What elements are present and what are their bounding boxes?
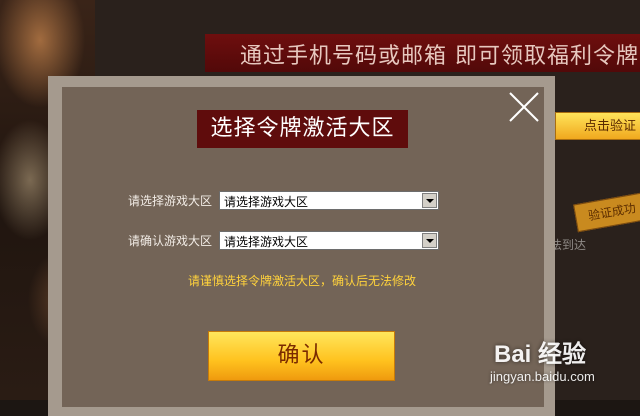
close-icon[interactable] [506, 89, 542, 125]
select-server-label: 请选择游戏大区 [128, 194, 213, 208]
watermark-url: jingyan.baidu.com [490, 369, 595, 384]
background-banner-text: 通过手机号码或邮箱 即可领取福利令牌 [240, 44, 639, 69]
select-server-value: 请选择游戏大区 [224, 195, 309, 209]
confirm-server-label: 请确认游戏大区 [128, 234, 213, 248]
confirm-button[interactable]: 确认 [208, 331, 395, 381]
select-server-dropdown[interactable]: 请选择游戏大区 [219, 191, 439, 210]
chevron-down-icon[interactable] [422, 193, 437, 208]
background-unreachable-text: 法到达 [550, 238, 587, 252]
chevron-down-icon[interactable] [422, 233, 437, 248]
modal-title: 选择令牌激活大区 [197, 110, 408, 148]
confirm-server-value: 请选择游戏大区 [224, 235, 309, 249]
warning-text: 请谨慎选择令牌激活大区，确认后无法修改 [188, 274, 417, 288]
confirm-server-dropdown[interactable]: 请选择游戏大区 [219, 231, 439, 250]
watermark-logo: Bai 经验 [494, 341, 587, 368]
background-verify-button: 点击验证 [555, 112, 640, 140]
